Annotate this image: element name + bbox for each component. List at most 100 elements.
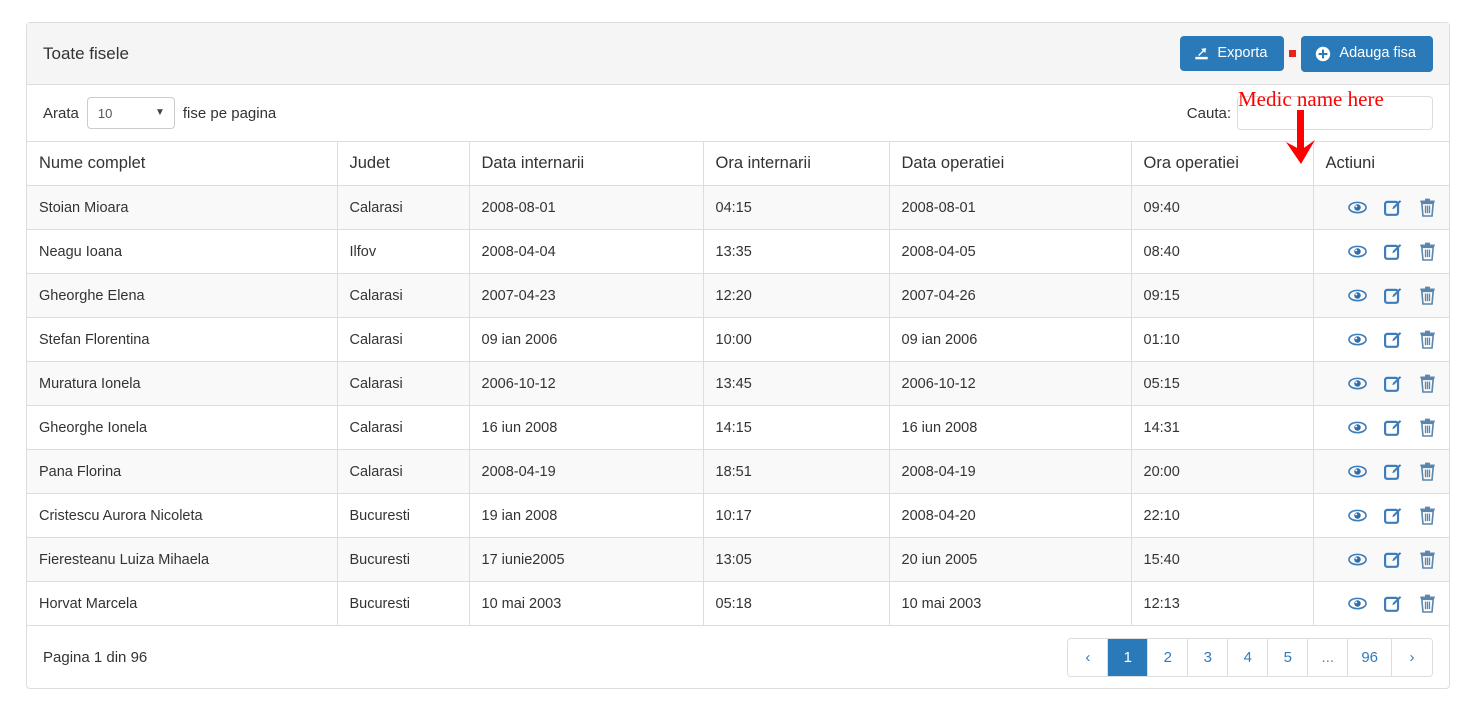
cell-ora-operatiei: 15:40 (1131, 537, 1314, 582)
cell-nume: Cristescu Aurora Nicoleta (27, 493, 338, 538)
view-icon[interactable] (1347, 286, 1367, 305)
view-icon[interactable] (1347, 198, 1367, 217)
cell-data-operatiei: 2008-04-05 (889, 229, 1132, 274)
chevron-down-icon: ▼ (154, 107, 165, 118)
row-actions (1326, 462, 1438, 481)
cell-ora-internarii: 18:51 (703, 449, 890, 494)
cell-data-internarii: 19 ian 2008 (469, 493, 704, 538)
column-header-judet[interactable]: Judet (337, 141, 470, 186)
cell-ora-operatiei: 08:40 (1131, 229, 1314, 274)
edit-icon[interactable] (1383, 595, 1402, 613)
cell-data-internarii: 2008-08-01 (469, 185, 704, 230)
cell-data-internarii: 2008-04-19 (469, 449, 704, 494)
add-record-button[interactable]: Adauga fisa (1301, 35, 1433, 72)
table-row: Stefan Florentina Calarasi 09 ian 2006 10:0… (27, 317, 1449, 362)
table-row: Fieresteanu Luiza Mihaela Bucuresti 17 iun… (27, 537, 1449, 582)
cell-judet: Ilfov (337, 229, 470, 274)
delete-icon[interactable] (1419, 242, 1436, 261)
column-header-ora-internarii[interactable]: Ora internarii (703, 141, 890, 186)
delete-icon[interactable] (1419, 594, 1436, 613)
row-actions (1326, 550, 1438, 569)
pagination-page-5[interactable]: 5 (1268, 638, 1309, 676)
pagination-page-3[interactable]: 3 (1188, 638, 1229, 676)
table-row: Gheorghe Elena Calarasi 2007-04-23 12:20 200… (27, 273, 1449, 318)
pagination-page-4[interactable]: 4 (1228, 638, 1269, 676)
cell-judet: Calarasi (337, 361, 470, 406)
row-actions (1326, 506, 1438, 525)
pagination-ellipsis: ... (1308, 638, 1349, 676)
table-body: Stoian Mioara Calarasi 2008-08-01 04:15 2008… (27, 185, 1449, 626)
cell-judet: Calarasi (337, 405, 470, 450)
column-header-data-operatiei[interactable]: Data operatiei (889, 141, 1132, 186)
edit-icon[interactable] (1383, 375, 1402, 393)
cell-judet: Calarasi (337, 317, 470, 362)
pagination-page-1[interactable]: 1 (1108, 638, 1149, 676)
delete-icon[interactable] (1419, 550, 1436, 569)
cell-ora-operatiei: 20:00 (1131, 449, 1314, 494)
edit-icon[interactable] (1383, 551, 1402, 569)
delete-icon[interactable] (1419, 198, 1436, 217)
plus-circle-icon (1315, 46, 1331, 62)
cell-data-internarii: 16 iun 2008 (469, 405, 704, 450)
edit-icon[interactable] (1383, 507, 1402, 525)
records-table: Nume complet Judet Data internarii Ora i… (27, 141, 1449, 626)
view-icon[interactable] (1347, 374, 1367, 393)
page-length-control: Arata 10 ▼ fise pe pagina (43, 97, 276, 129)
column-header-nume[interactable]: Nume complet (27, 141, 338, 186)
view-icon[interactable] (1347, 506, 1367, 525)
delete-icon[interactable] (1419, 418, 1436, 437)
cell-ora-internarii: 14:15 (703, 405, 890, 450)
cell-nume: Pana Florina (27, 449, 338, 494)
delete-icon[interactable] (1419, 506, 1436, 525)
search-input[interactable] (1237, 96, 1433, 130)
cell-judet: Bucuresti (337, 493, 470, 538)
cell-judet: Bucuresti (337, 537, 470, 582)
edit-icon[interactable] (1383, 243, 1402, 261)
pagination-prev[interactable]: ‹ (1068, 638, 1109, 676)
pagination-next[interactable]: › (1392, 638, 1432, 676)
cell-actiuni (1313, 317, 1449, 362)
view-icon[interactable] (1347, 418, 1367, 437)
page-length-select[interactable]: 10 ▼ (86, 97, 175, 129)
edit-icon[interactable] (1383, 287, 1402, 305)
delete-icon[interactable] (1419, 462, 1436, 481)
button-separator-marker (1289, 50, 1297, 57)
delete-icon[interactable] (1419, 374, 1436, 393)
cell-judet: Calarasi (337, 185, 470, 230)
row-actions (1326, 374, 1438, 393)
cell-ora-operatiei: 22:10 (1131, 493, 1314, 538)
view-icon[interactable] (1347, 594, 1367, 613)
pagination-page-2[interactable]: 2 (1148, 638, 1189, 676)
cell-data-operatiei: 2006-10-12 (889, 361, 1132, 406)
cell-data-operatiei: 2008-08-01 (889, 185, 1132, 230)
cell-actiuni (1313, 361, 1449, 406)
delete-icon[interactable] (1419, 286, 1436, 305)
edit-icon[interactable] (1383, 331, 1402, 349)
view-icon[interactable] (1347, 550, 1367, 569)
view-icon[interactable] (1347, 242, 1367, 261)
cell-ora-internarii: 10:00 (703, 317, 890, 362)
pagination-page-96[interactable]: 96 (1348, 638, 1392, 676)
row-actions (1326, 286, 1438, 305)
edit-icon[interactable] (1383, 419, 1402, 437)
export-button[interactable]: Exporta (1180, 36, 1285, 71)
column-header-data-internarii[interactable]: Data internarii (469, 141, 704, 186)
panel-heading: Toate fisele Exporta Adauga fisa (27, 23, 1449, 85)
page-root: Toate fisele Exporta Adauga fisa Arata 1… (0, 0, 1475, 705)
row-actions (1326, 198, 1438, 217)
view-icon[interactable] (1347, 330, 1367, 349)
view-icon[interactable] (1347, 462, 1367, 481)
cell-nume: Neagu Ioana (27, 229, 338, 274)
cell-actiuni (1313, 273, 1449, 318)
table-row: Gheorghe Ionela Calarasi 16 iun 2008 14:15 1… (27, 405, 1449, 450)
table-controls: Arata 10 ▼ fise pe pagina Cauta: (27, 85, 1449, 141)
delete-icon[interactable] (1419, 330, 1436, 349)
column-header-ora-operatiei[interactable]: Ora operatiei (1131, 141, 1314, 186)
cell-data-operatiei: 20 iun 2005 (889, 537, 1132, 582)
edit-icon[interactable] (1383, 199, 1402, 217)
page-length-suffix-label: fise pe pagina (182, 104, 277, 122)
edit-icon[interactable] (1383, 463, 1402, 481)
cell-ora-operatiei: 14:31 (1131, 405, 1314, 450)
cell-data-operatiei: 2008-04-19 (889, 449, 1132, 494)
panel-footer: Pagina 1 din 96 ‹ 1 2 3 4 5... 96 › (27, 626, 1449, 688)
